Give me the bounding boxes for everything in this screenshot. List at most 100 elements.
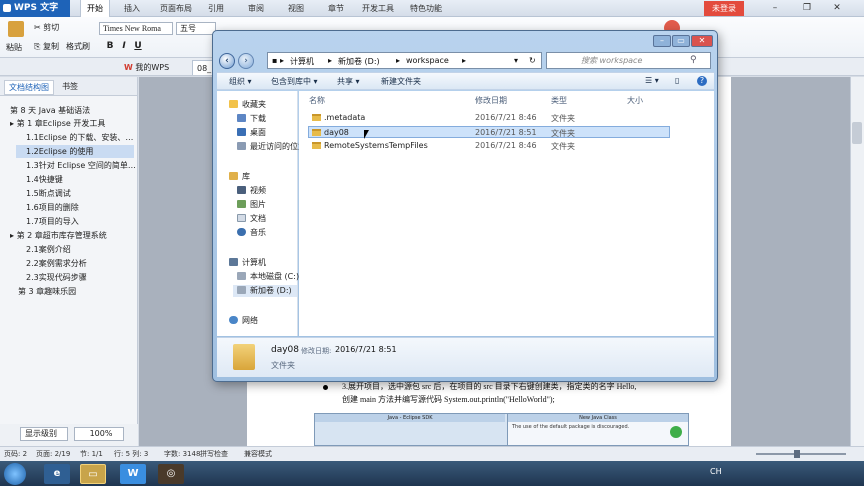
tab-my-wps[interactable]: W 我的WPS	[120, 60, 173, 75]
outline-item[interactable]: ▸ 第 2 章超市库存管理系统	[10, 229, 107, 242]
outline-item[interactable]: ▸ 第 1 章Eclipse 开发工具	[10, 117, 105, 130]
file-row[interactable]: .metadata 2016/7/21 8:46 文件夹	[308, 112, 670, 124]
start-button[interactable]	[4, 463, 26, 485]
sidebar-item-videos[interactable]: 视频	[237, 185, 266, 197]
outline-item[interactable]: 2.3实现代码步骤	[26, 271, 87, 284]
sidebar-item-downloads[interactable]: 下载	[237, 113, 266, 125]
sidebar-item-new-volume[interactable]: 新加卷 (D:)	[233, 285, 297, 297]
column-size[interactable]: 大小	[627, 95, 643, 106]
status-spell-check[interactable]: 拼写检查	[200, 449, 228, 459]
breadcrumb-sep-icon[interactable]: ▸	[396, 56, 400, 65]
display-level-select[interactable]: 显示级别	[20, 427, 68, 441]
bold-button[interactable]: B	[104, 40, 116, 52]
sidebar-item-pictures[interactable]: 图片	[237, 199, 266, 211]
tray-language[interactable]: CH	[710, 467, 722, 476]
file-row-selected[interactable]: day08 2016/7/21 8:51 文件夹	[308, 126, 670, 138]
format-painter-button[interactable]: 格式刷	[66, 41, 90, 52]
outline-zoom-select[interactable]: 100%	[74, 427, 124, 441]
outline-item[interactable]: 1.4快捷键	[26, 173, 63, 186]
sidebar-favorites[interactable]: 收藏夹	[229, 99, 266, 111]
menu-tab-developer[interactable]: 开发工具	[362, 0, 394, 17]
details-type: 文件夹	[271, 361, 295, 370]
paste-icon[interactable]	[8, 21, 24, 37]
address-bar[interactable]: ▪ ▸ 计算机 ▸ 新加卷 (D:) ▸ workspace ▸ ▾ ↻	[267, 52, 542, 69]
restore-icon[interactable]: ❐	[800, 1, 814, 15]
menu-tab-review[interactable]: 审阅	[248, 0, 264, 17]
forward-icon[interactable]: ›	[238, 53, 254, 69]
outline-item[interactable]: 1.6项目的删除	[26, 201, 79, 214]
sidebar-item-desktop[interactable]: 桌面	[237, 127, 266, 139]
column-name[interactable]: 名称	[309, 95, 325, 106]
back-icon[interactable]: ‹	[219, 53, 235, 69]
organize-button[interactable]: 组织 ▾	[229, 76, 252, 87]
minimize-icon[interactable]: –	[768, 1, 782, 15]
preview-pane-icon[interactable]: ▯	[675, 76, 679, 85]
breadcrumb-sep-icon[interactable]: ▸	[328, 56, 332, 65]
login-button[interactable]: 未登录	[704, 1, 744, 16]
close-icon[interactable]: ✕	[830, 1, 844, 15]
paste-label[interactable]: 粘贴	[6, 42, 22, 53]
menu-tab-section[interactable]: 章节	[328, 0, 344, 17]
taskbar-eclipse-icon[interactable]: ◎	[158, 464, 184, 484]
help-icon[interactable]: ?	[697, 76, 707, 86]
menu-tab-home[interactable]: 开始	[80, 0, 110, 17]
breadcrumb-workspace[interactable]: workspace	[406, 56, 449, 65]
menu-tab-references[interactable]: 引用	[208, 0, 224, 17]
view-options-icon[interactable]: ☰ ▾	[645, 76, 659, 85]
column-type[interactable]: 类型	[551, 95, 567, 106]
sidebar-item-documents[interactable]: 文档	[237, 213, 266, 225]
underline-button[interactable]: U	[132, 40, 144, 52]
outline-item[interactable]: 第 8 天 Java 基础语法	[10, 104, 90, 117]
sidebar-computer[interactable]: 计算机	[229, 257, 266, 269]
sidebar-item-music[interactable]: 音乐	[237, 227, 266, 239]
column-date[interactable]: 修改日期	[475, 95, 507, 106]
sidebar-network[interactable]: 网络	[229, 315, 258, 327]
taskbar: e ▭ W ◎ CH	[0, 461, 864, 486]
taskbar-explorer-icon[interactable]: ▭	[80, 464, 106, 484]
explorer-close-icon[interactable]: ✕	[691, 35, 713, 47]
share-button[interactable]: 共享 ▾	[337, 76, 360, 87]
include-in-library-button[interactable]: 包含到库中 ▾	[271, 76, 318, 87]
tab-bookmarks[interactable]: 书签	[58, 80, 82, 93]
address-dropdown-icon[interactable]: ▾	[514, 56, 518, 65]
refresh-icon[interactable]: ↻	[529, 56, 536, 65]
doc-paragraph-line[interactable]: 3.展开项目，选中源包 src 后，在项目的 src 目录下右键创建类，指定类的…	[342, 381, 636, 392]
outline-item[interactable]: 1.7项目的导入	[26, 215, 79, 228]
outline-item[interactable]: 1.1Eclipse 的下载、安装、…	[26, 131, 133, 144]
zoom-slider-handle[interactable]	[794, 450, 800, 458]
doc-paragraph-line[interactable]: 创建 main 方法并编写源代码 System.out.println("Hel…	[342, 394, 555, 405]
file-row[interactable]: RemoteSystemsTempFiles 2016/7/21 8:46 文件…	[308, 140, 670, 152]
cut-button[interactable]: ✂ 剪切	[34, 22, 59, 33]
scrollbar-thumb[interactable]	[852, 122, 862, 144]
explorer-minimize-icon[interactable]: –	[653, 35, 671, 47]
outline-item[interactable]: 2.1案例介绍	[26, 243, 71, 256]
menu-tab-layout[interactable]: 页面布局	[160, 0, 192, 17]
sidebar-libraries[interactable]: 库	[229, 171, 250, 183]
breadcrumb-drive[interactable]: 新加卷 (D:)	[338, 56, 380, 67]
sidebar-item-recent[interactable]: 最近访问的位置	[237, 141, 306, 153]
explorer-maximize-icon[interactable]: ▭	[672, 35, 690, 47]
outline-item[interactable]: 1.5断点调试	[26, 187, 71, 200]
font-size-select[interactable]: 五号	[176, 22, 216, 35]
search-input[interactable]: 搜索 workspace	[546, 52, 711, 69]
outline-item[interactable]: 第 3 章趣味乐园	[18, 285, 76, 298]
italic-button[interactable]: I	[118, 40, 130, 52]
breadcrumb-computer[interactable]: 计算机	[290, 56, 314, 67]
search-icon[interactable]: ⚲	[690, 55, 697, 65]
zoom-slider[interactable]	[756, 453, 846, 455]
new-folder-button[interactable]: 新建文件夹	[381, 76, 421, 87]
sidebar-item-local-disk[interactable]: 本地磁盘 (C:)	[237, 271, 299, 283]
taskbar-ie-icon[interactable]: e	[44, 464, 70, 484]
copy-button[interactable]: ⎘ 复制	[34, 41, 59, 52]
outline-item[interactable]: 1.3针对 Eclipse 空间的简单…	[26, 159, 136, 172]
outline-item[interactable]: 2.2案例需求分析	[26, 257, 87, 270]
breadcrumb-sep-icon[interactable]: ▸	[462, 56, 466, 65]
outline-item-selected[interactable]: 1.2Eclipse 的使用	[16, 145, 134, 158]
tab-document-map[interactable]: 文档结构图	[4, 80, 54, 95]
menu-tab-features[interactable]: 特色功能	[410, 0, 442, 17]
font-name-select[interactable]: Times New Roma	[99, 22, 173, 35]
menu-tab-view[interactable]: 视图	[288, 0, 304, 17]
wps-app-menu[interactable]: WPS 文字	[0, 0, 70, 17]
taskbar-wps-icon[interactable]: W	[120, 464, 146, 484]
menu-tab-insert[interactable]: 插入	[124, 0, 140, 17]
